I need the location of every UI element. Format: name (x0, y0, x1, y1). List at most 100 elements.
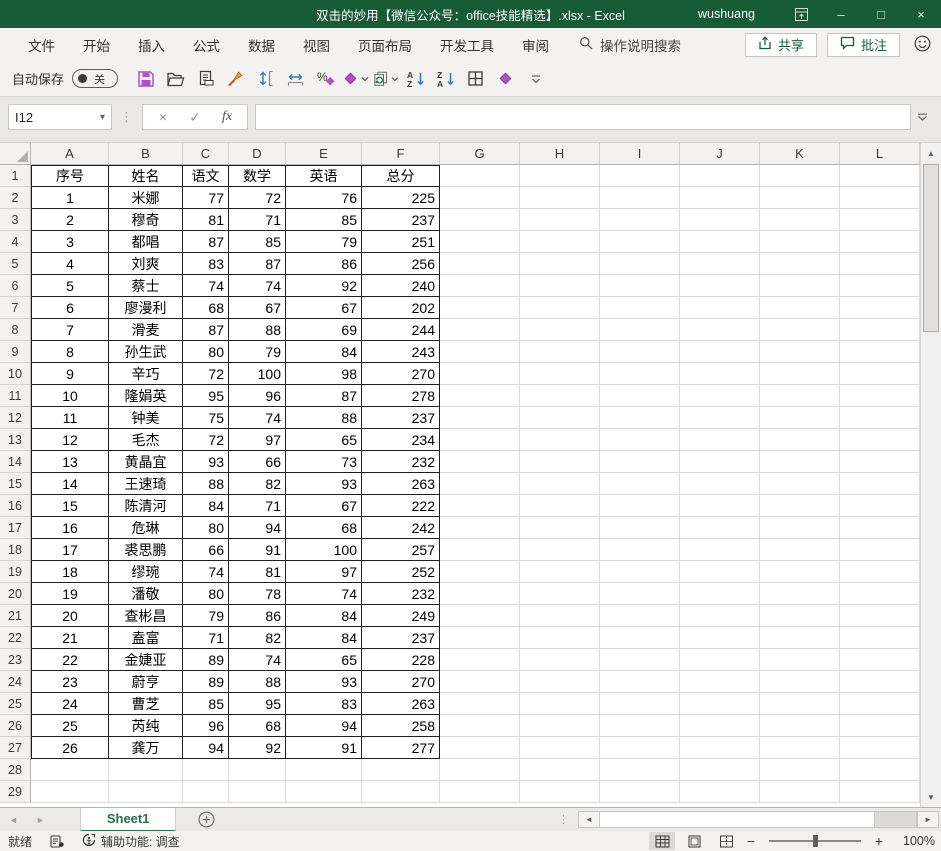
cell-A26[interactable]: 25 (31, 715, 109, 737)
horizontal-scroll-track[interactable] (875, 811, 917, 828)
row-header-16[interactable]: 16 (0, 495, 31, 517)
cell-K17[interactable] (760, 517, 840, 539)
cell-G11[interactable] (440, 385, 520, 407)
cell-B1[interactable]: 姓名 (109, 165, 183, 187)
row-height-icon[interactable] (252, 65, 279, 93)
row-header-21[interactable]: 21 (0, 605, 31, 627)
cell-A9[interactable]: 8 (31, 341, 109, 363)
cell-D15[interactable]: 82 (229, 473, 286, 495)
cell-L4[interactable] (840, 231, 920, 253)
cell-E1[interactable]: 英语 (286, 165, 362, 187)
cell-I3[interactable] (600, 209, 680, 231)
cell-E2[interactable]: 76 (286, 187, 362, 209)
cell-J13[interactable] (680, 429, 760, 451)
borders-icon[interactable] (462, 65, 489, 93)
cell-D8[interactable]: 88 (229, 319, 286, 341)
cell-A8[interactable]: 7 (31, 319, 109, 341)
cell-J20[interactable] (680, 583, 760, 605)
cell-D20[interactable]: 78 (229, 583, 286, 605)
cell-B6[interactable]: 蔡士 (109, 275, 183, 297)
more-commands-icon[interactable] (522, 65, 549, 93)
cell-D17[interactable]: 94 (229, 517, 286, 539)
cell-I2[interactable] (600, 187, 680, 209)
cell-L5[interactable] (840, 253, 920, 275)
column-header-C[interactable]: C (183, 143, 229, 165)
cell-F3[interactable]: 237 (362, 209, 440, 231)
cell-L7[interactable] (840, 297, 920, 319)
cell-G22[interactable] (440, 627, 520, 649)
cell-G25[interactable] (440, 693, 520, 715)
cell-B21[interactable]: 查彬昌 (109, 605, 183, 627)
cell-D10[interactable]: 100 (229, 363, 286, 385)
minimize-button[interactable]: – (821, 0, 861, 28)
cell-K23[interactable] (760, 649, 840, 671)
zoom-out-icon[interactable]: − (745, 833, 757, 849)
cell-E20[interactable]: 74 (286, 583, 362, 605)
zoom-slider-thumb[interactable] (813, 835, 818, 847)
cell-I8[interactable] (600, 319, 680, 341)
cell-J28[interactable] (680, 759, 760, 781)
cell-B16[interactable]: 陈清河 (109, 495, 183, 517)
row-header-15[interactable]: 15 (0, 473, 31, 495)
cell-G28[interactable] (440, 759, 520, 781)
cell-B20[interactable]: 潘敬 (109, 583, 183, 605)
cell-K16[interactable] (760, 495, 840, 517)
cell-H20[interactable] (520, 583, 600, 605)
cell-J7[interactable] (680, 297, 760, 319)
cell-F18[interactable]: 257 (362, 539, 440, 561)
cell-J15[interactable] (680, 473, 760, 495)
tab-视图[interactable]: 视图 (289, 28, 344, 61)
cell-G1[interactable] (440, 165, 520, 187)
cell-H18[interactable] (520, 539, 600, 561)
cell-F10[interactable]: 270 (362, 363, 440, 385)
cell-B9[interactable]: 孙生武 (109, 341, 183, 363)
macro-record-icon[interactable] (50, 835, 64, 848)
cancel-icon[interactable]: × (147, 109, 179, 125)
cell-C9[interactable]: 80 (183, 341, 229, 363)
cell-C26[interactable]: 96 (183, 715, 229, 737)
cell-F14[interactable]: 232 (362, 451, 440, 473)
cell-L10[interactable] (840, 363, 920, 385)
cell-K6[interactable] (760, 275, 840, 297)
cell-F4[interactable]: 251 (362, 231, 440, 253)
sheet-nav-left-icon[interactable]: ◄ (0, 815, 27, 825)
cell-F9[interactable]: 243 (362, 341, 440, 363)
cell-G24[interactable] (440, 671, 520, 693)
cell-C20[interactable]: 80 (183, 583, 229, 605)
cell-L3[interactable] (840, 209, 920, 231)
cell-H15[interactable] (520, 473, 600, 495)
cell-J23[interactable] (680, 649, 760, 671)
autosave-toggle[interactable]: 关 (72, 69, 118, 88)
cell-A3[interactable]: 2 (31, 209, 109, 231)
cell-D27[interactable]: 92 (229, 737, 286, 759)
accessibility-status[interactable]: 辅助功能: 调查 (82, 833, 180, 850)
tab-数据[interactable]: 数据 (234, 28, 289, 61)
cell-K25[interactable] (760, 693, 840, 715)
cell-J1[interactable] (680, 165, 760, 187)
cell-I7[interactable] (600, 297, 680, 319)
cell-J27[interactable] (680, 737, 760, 759)
tell-me-search[interactable]: 操作说明搜索 (579, 35, 681, 55)
cell-A15[interactable]: 14 (31, 473, 109, 495)
tab-文件[interactable]: 文件 (14, 28, 69, 61)
page-layout-view-icon[interactable] (681, 832, 707, 850)
cell-B28[interactable] (109, 759, 183, 781)
cell-F13[interactable]: 234 (362, 429, 440, 451)
horizontal-scroll-thumb[interactable] (600, 811, 875, 828)
cell-K11[interactable] (760, 385, 840, 407)
tab-开始[interactable]: 开始 (69, 28, 124, 61)
cell-J22[interactable] (680, 627, 760, 649)
column-header-K[interactable]: K (760, 143, 840, 165)
percent-style-icon[interactable]: % (312, 65, 339, 93)
cell-H9[interactable] (520, 341, 600, 363)
cell-A13[interactable]: 12 (31, 429, 109, 451)
cell-K8[interactable] (760, 319, 840, 341)
cell-B3[interactable]: 穆奇 (109, 209, 183, 231)
column-width-icon[interactable] (282, 65, 309, 93)
cell-G17[interactable] (440, 517, 520, 539)
clear-icon[interactable] (492, 65, 519, 93)
cell-H25[interactable] (520, 693, 600, 715)
cell-G10[interactable] (440, 363, 520, 385)
page-break-view-icon[interactable] (713, 832, 739, 850)
refresh-icon[interactable] (372, 65, 399, 93)
